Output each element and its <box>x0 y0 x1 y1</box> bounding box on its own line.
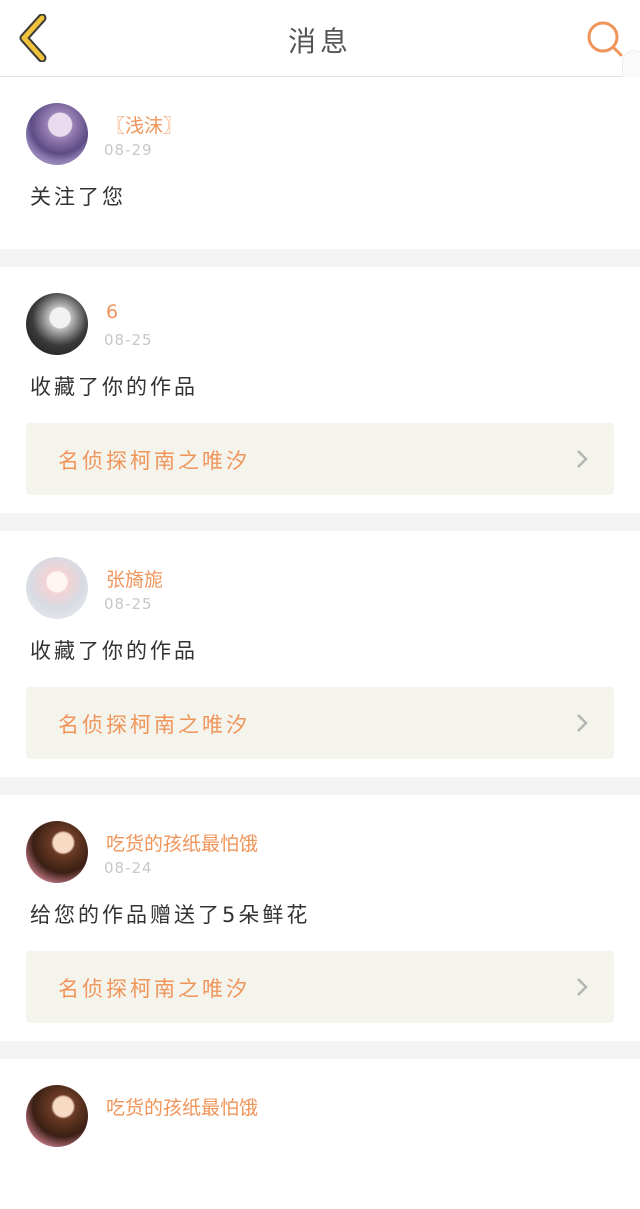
work-link[interactable]: 名侦探柯南之唯汐 <box>26 423 614 495</box>
avatar[interactable] <box>26 293 88 355</box>
username[interactable]: 张旖旎 <box>106 565 163 592</box>
work-link[interactable]: 名侦探柯南之唯汐 <box>26 687 614 759</box>
chevron-right-icon <box>577 978 588 996</box>
search-icon[interactable] <box>586 20 624 58</box>
username[interactable]: 〖浅沫〗 <box>106 111 182 138</box>
username[interactable]: 吃货的孩纸最怕饿 <box>106 829 258 856</box>
avatar[interactable] <box>26 103 88 165</box>
work-title: 名侦探柯南之唯汐 <box>58 977 250 1001</box>
work-title: 名侦探柯南之唯汐 <box>58 449 250 473</box>
avatar[interactable] <box>26 821 88 883</box>
message-action-text: 收藏了你的作品 <box>30 375 198 399</box>
chevron-right-icon <box>577 714 588 732</box>
work-title: 名侦探柯南之唯汐 <box>58 713 250 737</box>
app-header: 消息 <box>0 0 640 77</box>
message-action-text: 给您的作品赠送了5朵鲜花 <box>30 903 311 927</box>
message-time: 08-29 <box>104 141 153 159</box>
message-item: 〖浅沫〗 08-29 关注了您 <box>0 77 640 249</box>
message-item: 6 08-25 收藏了你的作品 名侦探柯南之唯汐 <box>0 267 640 513</box>
avatar[interactable] <box>26 1085 88 1147</box>
username[interactable]: 吃货的孩纸最怕饿 <box>106 1093 258 1120</box>
message-action-text: 收藏了你的作品 <box>30 639 198 663</box>
message-item: 吃货的孩纸最怕饿 <box>0 1059 640 1209</box>
message-list: 〖浅沫〗 08-29 关注了您 6 08-25 收藏了你的作品 名侦探柯南之唯汐… <box>0 77 640 1209</box>
message-time: 08-25 <box>104 595 153 613</box>
chevron-right-icon <box>577 450 588 468</box>
work-link[interactable]: 名侦探柯南之唯汐 <box>26 951 614 1023</box>
username[interactable]: 6 <box>106 301 118 323</box>
message-item: 吃货的孩纸最怕饿 08-24 给您的作品赠送了5朵鲜花 名侦探柯南之唯汐 <box>0 795 640 1041</box>
avatar[interactable] <box>26 557 88 619</box>
message-time: 08-24 <box>104 859 153 877</box>
page-title: 消息 <box>287 25 352 58</box>
message-item: 张旖旎 08-25 收藏了你的作品 名侦探柯南之唯汐 <box>0 531 640 777</box>
message-time: 08-25 <box>104 331 153 349</box>
message-action-text: 关注了您 <box>30 185 126 209</box>
